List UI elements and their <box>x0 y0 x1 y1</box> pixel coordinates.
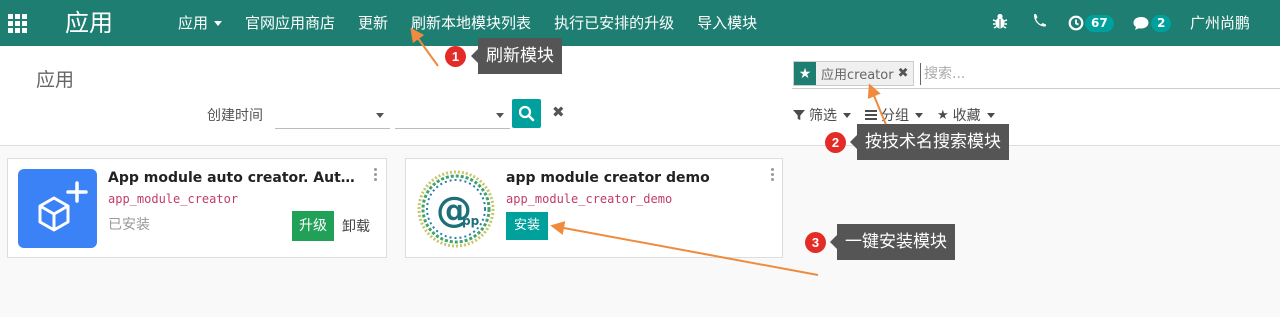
star-icon: ★ <box>937 107 949 123</box>
install-button[interactable]: 安装 <box>506 212 548 240</box>
upgrade-button[interactable]: 升级 <box>292 211 334 241</box>
chevron-down-icon <box>843 112 851 118</box>
menu-apply-scheduled-upgrades[interactable]: 执行已安排的升级 <box>554 12 674 34</box>
messages-badge: 2 <box>1151 14 1172 32</box>
module-name[interactable]: App module auto creator. Auto develop od… <box>108 170 358 186</box>
annotation-marker-1: 1 <box>445 46 466 67</box>
card-options-icon[interactable] <box>372 168 378 184</box>
menu-updates[interactable]: 更新 <box>358 12 388 34</box>
phone-icon[interactable] <box>1031 11 1047 31</box>
module-card[interactable]: App module auto creator. Auto develop od… <box>7 158 387 258</box>
uninstall-button[interactable]: 卸载 <box>342 216 370 236</box>
chevron-down-icon <box>214 21 223 26</box>
clear-groupby-icon[interactable]: ✖ <box>552 103 565 121</box>
control-panel: 应用 ★ 应用creator ✖ 创建时间 ✖ 筛选 分组 ★ 收藏 <box>0 46 1280 146</box>
top-navbar: 应用 应用 官网应用商店 更新 刷新本地模块列表 执行已安排的升级 导入模块 6… <box>0 0 1280 46</box>
module-technical-name: app_module_creator_demo <box>506 192 673 206</box>
chevron-down-icon <box>376 113 384 118</box>
messaging-menu[interactable]: 2 <box>1132 9 1172 37</box>
chevron-down-icon <box>496 113 504 118</box>
groupby-dropdown[interactable]: 分组 <box>865 105 923 125</box>
groupby-interval-select[interactable] <box>395 103 510 129</box>
user-menu[interactable]: 广州尚鹏 <box>1190 12 1250 34</box>
bug-icon[interactable] <box>992 11 1008 31</box>
search-bar: ★ 应用creator ✖ <box>792 61 1280 89</box>
module-card[interactable]: @ pp app module creator demo app_module_… <box>405 158 783 258</box>
chevron-down-icon <box>915 112 923 118</box>
annotation-marker-2: 2 <box>825 132 846 153</box>
groupby-date-label: 创建时间 <box>207 108 263 124</box>
menu-app-store[interactable]: 官网应用商店 <box>245 12 335 34</box>
list-icon <box>865 110 877 120</box>
svg-text:pp: pp <box>462 214 480 228</box>
menu-apps[interactable]: 应用 <box>178 12 223 34</box>
filters-dropdown[interactable]: 筛选 <box>793 105 851 125</box>
apply-search-button[interactable] <box>512 99 541 128</box>
activities-menu[interactable]: 67 <box>1068 9 1114 37</box>
groupby-field-select[interactable] <box>275 103 390 129</box>
menu-import-module[interactable]: 导入模块 <box>697 12 757 34</box>
chevron-down-icon <box>986 112 995 118</box>
annotation-tooltip-1: 刷新模块 <box>471 38 562 74</box>
app-brand: 应用 <box>65 9 113 37</box>
facet-value: 应用creator <box>821 68 894 83</box>
filter-icon <box>793 110 805 120</box>
annotation-tooltip-2: 按技术名搜索模块 <box>850 124 1009 160</box>
breadcrumb: 应用 <box>36 69 75 91</box>
module-technical-name: app_module_creator <box>108 192 239 206</box>
clock-icon <box>1068 15 1084 31</box>
search-facet: ★ 应用creator ✖ <box>793 61 915 86</box>
facet-remove-icon[interactable]: ✖ <box>898 66 914 81</box>
annotation-marker-3: 3 <box>805 232 826 253</box>
search-input[interactable] <box>920 63 1260 85</box>
app-switcher-icon[interactable] <box>8 14 28 33</box>
chat-icon <box>1133 17 1149 30</box>
main-menu: 应用 官网应用商店 更新 刷新本地模块列表 执行已安排的升级 导入模块 <box>178 12 780 34</box>
menu-update-app-list[interactable]: 刷新本地模块列表 <box>411 12 531 34</box>
installed-status: 已安装 <box>108 217 150 233</box>
at-pp-logo-icon: @ pp <box>416 169 496 249</box>
search-options: 筛选 分组 ★ 收藏 <box>793 105 1009 125</box>
search-icon <box>518 105 535 122</box>
module-name[interactable]: app module creator demo <box>506 170 756 186</box>
annotation-tooltip-3: 一键安装模块 <box>830 224 955 260</box>
favorites-dropdown[interactable]: ★ 收藏 <box>937 105 995 125</box>
activities-badge: 67 <box>1085 14 1114 32</box>
card-options-icon[interactable] <box>769 168 775 184</box>
star-icon: ★ <box>794 62 816 85</box>
cube-plus-icon <box>18 169 97 248</box>
